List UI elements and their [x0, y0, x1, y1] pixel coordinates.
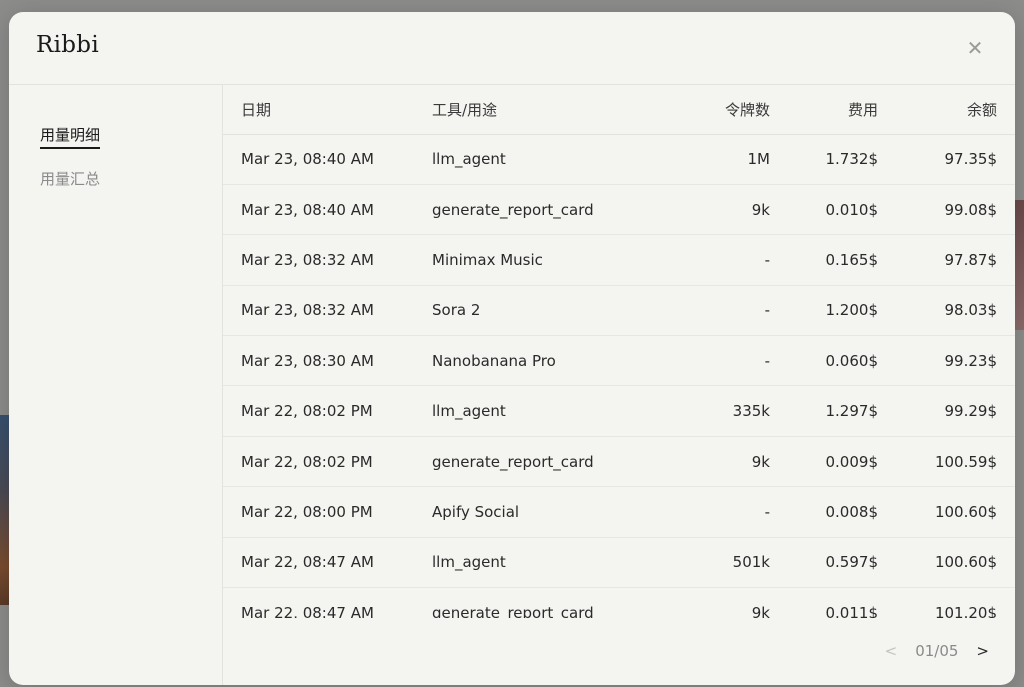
cell-fee: 1.297$ — [770, 385, 878, 437]
cell-date: Mar 22, 08:02 PM — [223, 385, 432, 437]
table-row: Mar 22, 08:47 AM generate_report_card 9k 0.… — [223, 587, 1015, 618]
close-icon[interactable]: ✕ — [965, 38, 985, 58]
brand-logo: Ribbi — [36, 32, 99, 58]
cell-tokens: 9k — [662, 436, 770, 488]
cell-balance: 100.59$ — [878, 436, 1015, 488]
modal-header: Ribbi ✕ — [9, 12, 1015, 85]
column-header-tool: 工具/用途 — [432, 85, 662, 135]
cell-tokens: 9k — [662, 587, 770, 618]
cell-balance: 97.35$ — [878, 134, 1015, 185]
table-row: Mar 22, 08:02 PM generate_report_card 9k 0.… — [223, 436, 1015, 488]
cell-fee: 0.060$ — [770, 335, 878, 387]
cell-tool: Apify Social — [432, 486, 662, 538]
column-header-fee: 费用 — [770, 85, 878, 135]
cell-date: Mar 23, 08:40 AM — [223, 134, 432, 185]
sidebar: 用量明细 用量汇总 — [9, 85, 223, 685]
cell-tool: Minimax Music — [432, 234, 662, 286]
cell-date: Mar 22, 08:47 AM — [223, 587, 432, 618]
cell-tokens: - — [662, 335, 770, 387]
prev-page-button[interactable]: < — [885, 642, 898, 660]
cell-tool: Sora 2 — [432, 285, 662, 337]
cell-date: Mar 22, 08:02 PM — [223, 436, 432, 488]
usage-table-wrap[interactable]: 日期 工具/用途 令牌数 费用 余额 Mar 23, 08:40 AM llm_a… — [223, 85, 1015, 618]
cell-balance: 97.87$ — [878, 234, 1015, 286]
table-row: Mar 23, 08:30 AM Nanobanana Pro -0.060$ 99.… — [223, 335, 1015, 387]
cell-fee: 0.010$ — [770, 184, 878, 236]
sidebar-item-usage-detail[interactable]: 用量明细 — [40, 124, 101, 149]
cell-fee: 0.597$ — [770, 537, 878, 589]
background-image-right — [1014, 200, 1024, 330]
cell-tokens: 9k — [662, 184, 770, 236]
table-row: Mar 23, 08:32 AM Sora 2-1.200$ 98.03$ — [223, 285, 1015, 337]
table-header-row: 日期 工具/用途 令牌数 费用 余额 — [223, 85, 1015, 135]
cell-date: Mar 22, 08:47 AM — [223, 537, 432, 589]
column-header-tokens: 令牌数 — [662, 85, 770, 135]
cell-tool: generate_report_card — [432, 436, 662, 488]
cell-date: Mar 22, 08:00 PM — [223, 486, 432, 538]
cell-tokens: - — [662, 234, 770, 286]
cell-date: Mar 23, 08:32 AM — [223, 285, 432, 337]
cell-balance: 100.60$ — [878, 537, 1015, 589]
cell-date: Mar 23, 08:32 AM — [223, 234, 432, 286]
cell-fee: 1.732$ — [770, 134, 878, 185]
table-row: Mar 22, 08:47 AM llm_agent 501k 0.597$ 100.6… — [223, 537, 1015, 589]
cell-tokens: 1M — [662, 134, 770, 185]
usage-modal: Ribbi ✕ 用量明细 用量汇总 日期 工具/用途 令牌数 费用 余额 Mar… — [9, 12, 1015, 685]
cell-tokens: 501k — [662, 537, 770, 589]
table-row: Mar 23, 08:32 AM Minimax Music -0.165$ 97.8… — [223, 234, 1015, 286]
table-row: Mar 23, 08:40 AM generate_report_card 9k 0.… — [223, 184, 1015, 236]
column-header-date: 日期 — [223, 85, 432, 135]
cell-fee: 0.008$ — [770, 486, 878, 538]
table-row: Mar 22, 08:00 PM Apify Social -0.008$ 100.6… — [223, 486, 1015, 538]
cell-balance: 99.08$ — [878, 184, 1015, 236]
modal-body: 用量明细 用量汇总 日期 工具/用途 令牌数 费用 余额 Mar 23, 08: — [9, 85, 1015, 685]
cell-tool: llm_agent — [432, 134, 662, 185]
cell-fee: 0.165$ — [770, 234, 878, 286]
cell-fee: 1.200$ — [770, 285, 878, 337]
cell-date: Mar 23, 08:40 AM — [223, 184, 432, 236]
usage-content: 日期 工具/用途 令牌数 费用 余额 Mar 23, 08:40 AM llm_a… — [223, 85, 1015, 685]
cell-date: Mar 23, 08:30 AM — [223, 335, 432, 387]
table-row: Mar 23, 08:40 AM llm_agent 1M 1.732$ 97.35$ — [223, 134, 1015, 185]
cell-tool: Nanobanana Pro — [432, 335, 662, 387]
cell-fee: 0.011$ — [770, 587, 878, 618]
cell-tokens: - — [662, 486, 770, 538]
usage-table: 日期 工具/用途 令牌数 费用 余额 Mar 23, 08:40 AM llm_a… — [223, 85, 1015, 618]
cell-balance: 98.03$ — [878, 285, 1015, 337]
cell-tool: llm_agent — [432, 385, 662, 437]
sidebar-item-usage-summary[interactable]: 用量汇总 — [40, 168, 100, 189]
cell-balance: 101.20$ — [878, 587, 1015, 618]
cell-balance: 99.29$ — [878, 385, 1015, 437]
cell-fee: 0.009$ — [770, 436, 878, 488]
cell-tool: generate_report_card — [432, 587, 662, 618]
cell-tokens: 335k — [662, 385, 770, 437]
next-page-button[interactable]: > — [976, 642, 989, 660]
pagination: < 01/05 > — [885, 642, 989, 660]
column-header-balance: 余额 — [878, 85, 1015, 135]
cell-balance: 100.60$ — [878, 486, 1015, 538]
cell-tool: llm_agent — [432, 537, 662, 589]
cell-tool: generate_report_card — [432, 184, 662, 236]
cell-balance: 99.23$ — [878, 335, 1015, 387]
cell-tokens: - — [662, 285, 770, 337]
table-row: Mar 22, 08:02 PM llm_agent 335k 1.297$ 99.29… — [223, 385, 1015, 437]
page-indicator: 01/05 — [915, 642, 959, 660]
